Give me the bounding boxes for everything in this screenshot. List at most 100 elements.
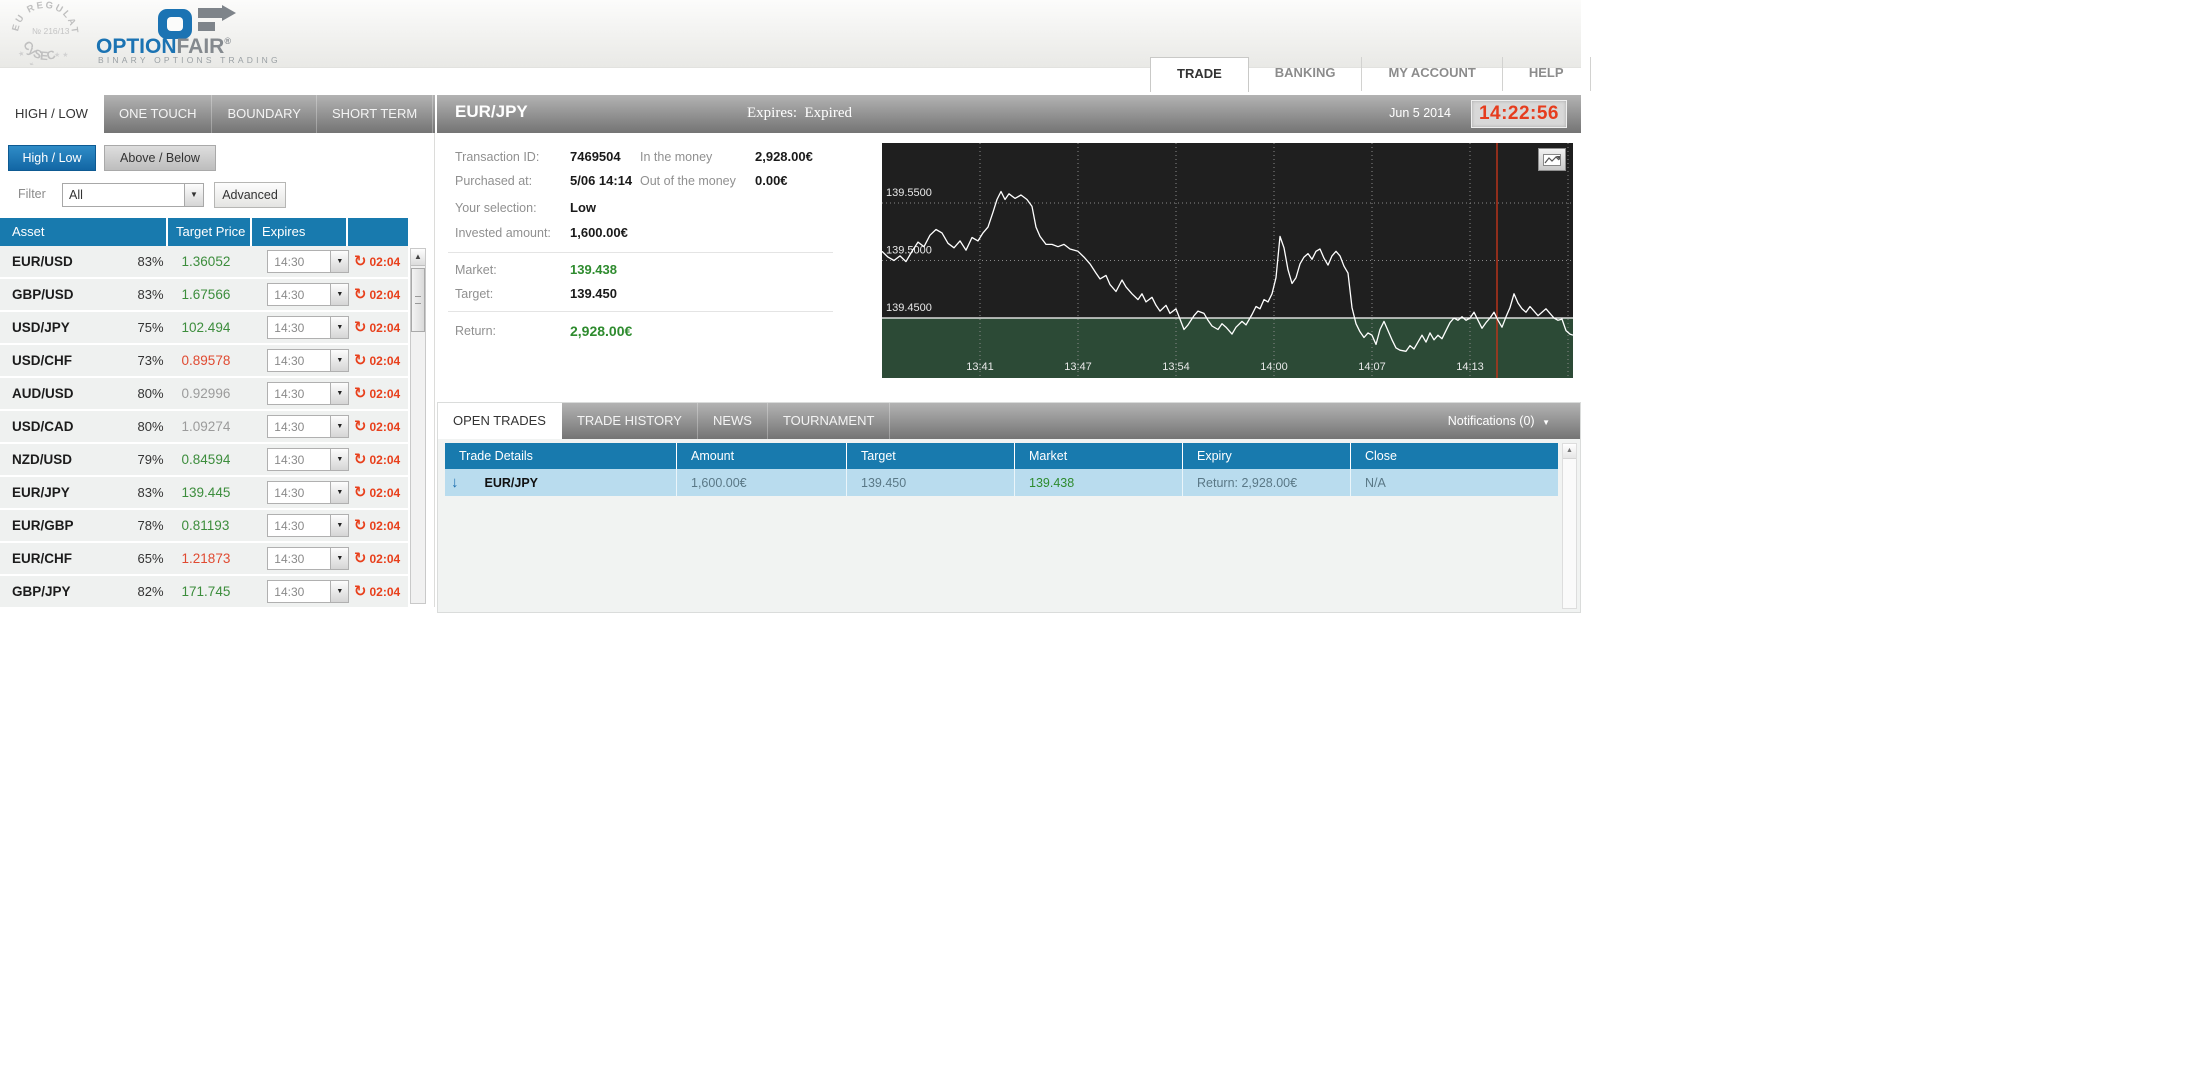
instrument-tab[interactable]: BOUNDARY: [212, 95, 317, 133]
return-value: 2,928.00€: [570, 323, 633, 339]
asset-price: 1.09274: [181, 418, 231, 434]
trades-panel: OPEN TRADES TRADE HISTORY NEWS TOURNAMEN…: [437, 402, 1581, 613]
asset-row[interactable]: USD/CHF 73% 0.89578 14:30 ▼ ↻ 02:04: [0, 345, 408, 378]
asset-name: USD/CHF: [12, 353, 72, 368]
countdown: ↻ 02:04: [353, 549, 401, 567]
svg-text:★ ★: ★ ★: [54, 51, 69, 59]
chevron-down-icon[interactable]: ▼: [330, 449, 349, 470]
price-chart-canvas: 139.5500 139.5000 139.4500 13:41 13:47 13:54 1…: [882, 143, 1573, 378]
nav-tab[interactable]: MY ACCOUNT: [1362, 57, 1503, 91]
in-money-label: In the money: [640, 150, 713, 164]
chevron-down-icon: ▼: [1542, 418, 1550, 427]
page: EU REGULATED № 216/13 ★ ★ ★ CySEC ★ ★: [0, 0, 2212, 1090]
asset-row[interactable]: AUD/USD 80% 0.92996 14:30 ▼ ↻ 02:04: [0, 378, 408, 411]
scroll-thumb[interactable]: [411, 268, 425, 332]
scroll-up-icon[interactable]: ▲: [411, 249, 425, 266]
asset-payout: 73%: [137, 353, 164, 368]
high-low-button[interactable]: High / Low: [8, 145, 96, 171]
chevron-down-icon[interactable]: ▼: [330, 581, 349, 602]
trade-row[interactable]: ↓ EUR/JPY 1,600.00€ 139.450 139.438 Retu…: [445, 469, 1558, 496]
asset-row[interactable]: GBP/JPY 82% 171.745 14:30 ▼ ↻ 02:04: [0, 576, 408, 607]
expiry-select[interactable]: 14:30 ▼: [267, 316, 350, 339]
expiry-select[interactable]: 14:30 ▼: [267, 382, 350, 405]
expiry-select[interactable]: 14:30 ▼: [267, 349, 350, 372]
nav-tab[interactable]: BANKING: [1249, 57, 1363, 91]
expiry-select[interactable]: 14:30 ▼: [267, 250, 350, 273]
countdown: ↻ 02:04: [353, 351, 401, 369]
col-asset: Asset: [0, 218, 168, 246]
asset-name: USD/JPY: [12, 320, 70, 335]
countdown-clock-icon: ↻: [353, 582, 367, 600]
trade-titlebar: EUR/JPY Expires: Expired Jun 5 2014 14:2…: [437, 95, 1581, 133]
asset-name: EUR/GBP: [12, 518, 74, 533]
expiry-select[interactable]: 14:30 ▼: [267, 580, 350, 603]
svg-text:14:07: 14:07: [1358, 361, 1386, 373]
instrument-tab[interactable]: SHORT TERM: [317, 95, 434, 133]
countdown-clock-icon: ↻: [353, 285, 367, 303]
advanced-button[interactable]: Advanced: [214, 182, 286, 208]
divider: [448, 252, 833, 253]
transaction-id-label: Transaction ID:: [455, 150, 540, 164]
trades-tab[interactable]: TRADE HISTORY: [562, 403, 698, 439]
trades-tab[interactable]: TOURNAMENT: [768, 403, 891, 439]
chevron-down-icon[interactable]: ▼: [330, 548, 349, 569]
notifications-button[interactable]: Notifications (0) ▼: [1448, 403, 1550, 439]
expiry-select[interactable]: 14:30 ▼: [267, 448, 350, 471]
asset-payout: 83%: [137, 287, 164, 302]
filter-row: Filter All ▼ Advanced: [0, 182, 434, 208]
open-trades-header: Trade Details Amount Target Market Expir…: [445, 443, 1558, 469]
chevron-down-icon[interactable]: ▼: [330, 350, 349, 371]
main-nav: TRADE BANKING MY ACCOUNT HELP: [1150, 57, 1591, 92]
chevron-down-icon[interactable]: ▼: [330, 383, 349, 404]
expiry-select[interactable]: 14:30 ▼: [267, 283, 350, 306]
chevron-down-icon[interactable]: ▼: [330, 284, 349, 305]
expiry-select[interactable]: 14:30 ▼: [267, 514, 350, 537]
asset-scrollbar[interactable]: ▲: [410, 248, 426, 604]
svg-text:14:00: 14:00: [1260, 361, 1288, 373]
instrument-tab[interactable]: HIGH / LOW: [0, 95, 104, 133]
asset-row[interactable]: EUR/GBP 78% 0.81193 14:30 ▼ ↻ 02:04: [0, 510, 408, 543]
expiry-select[interactable]: 14:30 ▼: [267, 481, 350, 504]
chevron-down-icon[interactable]: ▼: [330, 251, 349, 272]
asset-name: USD/CAD: [12, 419, 74, 434]
nav-tab[interactable]: HELP: [1503, 57, 1591, 91]
countdown-clock-icon: ↻: [353, 351, 367, 369]
asset-price: 1.67566: [181, 286, 231, 302]
brand-tagline: BINARY OPTIONS TRADING: [98, 55, 281, 65]
chevron-down-icon[interactable]: ▼: [330, 482, 349, 503]
invested-label: Invested amount:: [455, 226, 551, 240]
chevron-down-icon[interactable]: ▼: [330, 515, 349, 536]
asset-row[interactable]: EUR/CHF 65% 1.21873 14:30 ▼ ↻ 02:04: [0, 543, 408, 576]
filter-select[interactable]: All ▼: [62, 183, 204, 207]
chevron-down-icon[interactable]: ▼: [330, 416, 349, 437]
asset-row[interactable]: EUR/USD 83% 1.36052 14:30 ▼ ↻ 02:04: [0, 246, 408, 279]
trades-tab[interactable]: NEWS: [698, 403, 768, 439]
expiry-select[interactable]: 14:30 ▼: [267, 415, 350, 438]
open-trades-table: Trade Details Amount Target Market Expir…: [445, 443, 1558, 496]
trades-scrollbar[interactable]: ▲: [1562, 443, 1577, 609]
chart-type-icon[interactable]: [1538, 148, 1566, 171]
current-time: 14:22:56: [1470, 100, 1567, 128]
scroll-up-icon[interactable]: ▲: [1563, 444, 1576, 459]
above-below-button[interactable]: Above / Below: [104, 145, 216, 171]
return-label: Return:: [455, 324, 496, 338]
asset-row[interactable]: USD/CAD 80% 1.09274 14:30 ▼ ↻ 02:04: [0, 411, 408, 444]
trades-tab[interactable]: OPEN TRADES: [438, 403, 562, 439]
asset-row[interactable]: EUR/JPY 83% 139.445 14:30 ▼ ↻ 02:04: [0, 477, 408, 510]
asset-name: EUR/CHF: [12, 551, 72, 566]
chevron-down-icon[interactable]: ▼: [330, 317, 349, 338]
col-target-price: Target Price: [168, 218, 252, 246]
asset-row[interactable]: NZD/USD 79% 0.84594 14:30 ▼ ↻ 02:04: [0, 444, 408, 477]
selection-label: Your selection:: [455, 201, 537, 215]
asset-row[interactable]: USD/JPY 75% 102.494 14:30 ▼ ↻ 02:04: [0, 312, 408, 345]
direction-down-icon: ↓: [451, 474, 459, 491]
target-label: Target:: [455, 287, 494, 301]
nav-tab[interactable]: TRADE: [1150, 57, 1249, 92]
filter-label: Filter: [18, 187, 46, 201]
asset-name: GBP/JPY: [12, 584, 71, 599]
countdown-clock-icon: ↻: [353, 252, 367, 270]
expiry-select[interactable]: 14:30 ▼: [267, 547, 350, 570]
asset-row[interactable]: GBP/USD 83% 1.67566 14:30 ▼ ↻ 02:04: [0, 279, 408, 312]
instrument-tab[interactable]: ONE TOUCH: [104, 95, 213, 133]
chevron-down-icon[interactable]: ▼: [184, 184, 203, 206]
